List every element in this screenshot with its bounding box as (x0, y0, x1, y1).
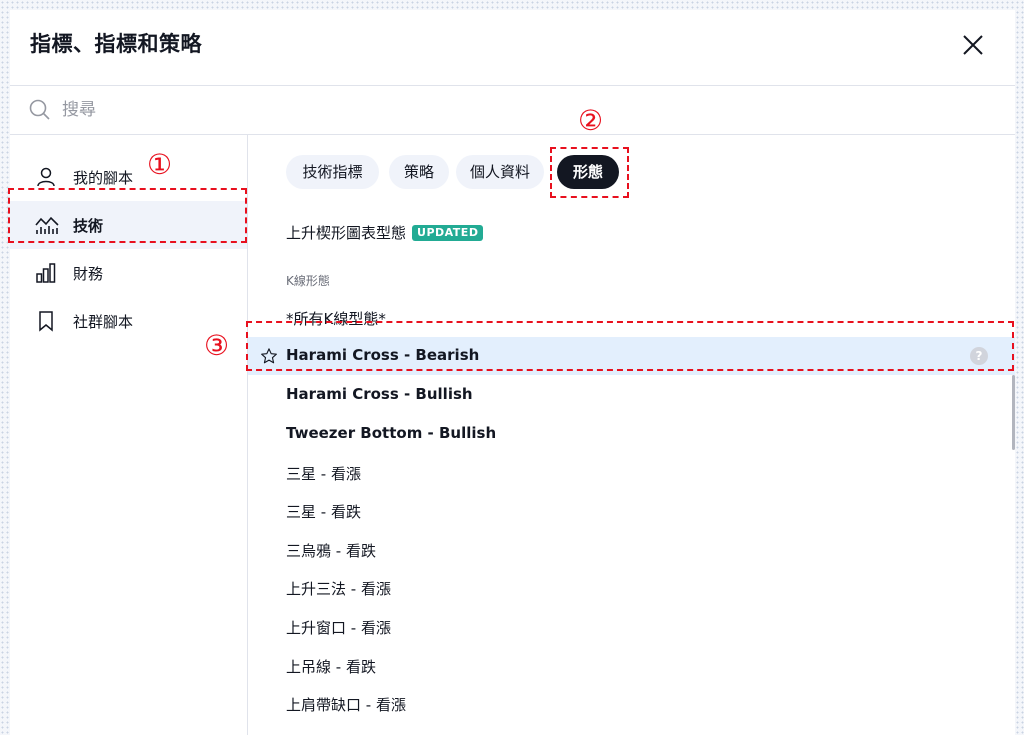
list-item[interactable]: 三星 - 看漲 (248, 454, 1015, 492)
list-item-text: 上升楔形圖表型態 (286, 224, 407, 242)
list-item-label: 上升三法 - 看漲 (286, 580, 391, 598)
search-input[interactable] (60, 96, 564, 124)
annotation-marker-2: ② (578, 104, 604, 137)
list-item-label: Tweezer Bottom - Bullish (286, 424, 497, 442)
scrollbar[interactable] (1012, 375, 1015, 450)
list-item-label: Harami Cross - Bullish (286, 385, 473, 403)
annotation-marker-3: ③ (204, 329, 230, 362)
person-icon (35, 166, 57, 188)
annotation-box-patterns-tab (550, 147, 629, 198)
list-item[interactable]: 上吊線 - 看跌 (248, 647, 1015, 685)
sidebar-item-label: 我的腳本 (73, 169, 134, 187)
list-item-label: 三烏鴉 - 看跌 (286, 542, 376, 560)
list-item[interactable]: 上升窗口 - 看漲 (248, 608, 1015, 646)
bookmark-icon (35, 310, 57, 332)
list-item[interactable]: 三星 - 看跌 (248, 492, 1015, 530)
list-item[interactable]: Tweezer Bottom - Bullish (248, 415, 1015, 453)
bar-chart-icon (35, 262, 57, 284)
list-item-label: 上肩帶缺口 - 看漲 (286, 696, 406, 714)
search-icon (28, 98, 52, 126)
indicators-dialog: 指標、指標和策略 我的腳本 技術 財務 (10, 10, 1015, 735)
list-item-label: 上升楔形圖表型態 UPDATED (286, 222, 484, 243)
tab-strategies[interactable]: 策略 (389, 155, 449, 189)
list-item-label: 上升窗口 - 看漲 (286, 619, 391, 637)
list-item[interactable]: Harami Cross - Bullish (248, 376, 1015, 414)
annotation-box-technicals (8, 188, 247, 243)
tab-technical-indicators[interactable]: 技術指標 (286, 155, 379, 189)
annotation-box-highlighted-row (246, 321, 1014, 371)
section-label: K線形態 (286, 274, 330, 288)
updated-badge: UPDATED (412, 225, 484, 241)
annotation-marker-1: ① (147, 148, 173, 181)
list-item[interactable]: 上肩帶缺口 - 看漲 (248, 685, 1015, 723)
sidebar-item-label: 財務 (73, 265, 104, 283)
search-bar (10, 86, 1015, 134)
sidebar-item-financials[interactable]: 財務 (10, 249, 247, 297)
close-icon[interactable] (958, 30, 988, 60)
tab-profiles[interactable]: 個人資料 (456, 155, 544, 189)
main-panel: 技術指標 策略 個人資料 形態 上升楔形圖表型態 UPDATED K線形態 *所有… (248, 135, 1015, 735)
list-item-label: 上吊線 - 看跌 (286, 658, 376, 676)
sidebar-item-label: 社群腳本 (73, 313, 134, 331)
list-item[interactable]: 上升三法 - 看漲 (248, 569, 1015, 607)
list-item-rising-wedge[interactable]: 上升楔形圖表型態 UPDATED (248, 213, 1015, 251)
list-item-label: 三星 - 看跌 (286, 503, 361, 521)
list-item-label: 三星 - 看漲 (286, 465, 361, 483)
dialog-title: 指標、指標和策略 (30, 32, 202, 56)
list-item[interactable]: 三烏鴉 - 看跌 (248, 531, 1015, 569)
